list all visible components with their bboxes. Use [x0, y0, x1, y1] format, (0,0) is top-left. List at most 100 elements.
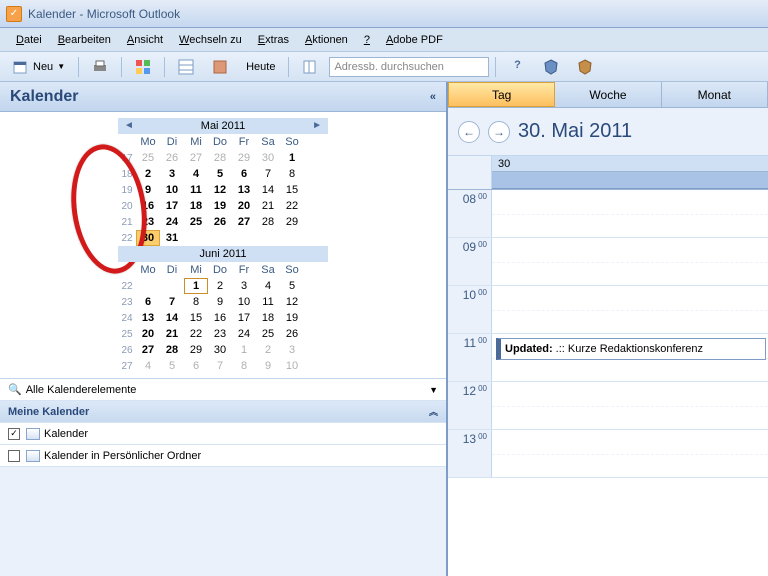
calendar-day[interactable]: 15	[280, 182, 304, 198]
help-button[interactable]: ?	[502, 56, 532, 78]
calendar-day[interactable]: 23	[136, 214, 160, 230]
prev-month-icon[interactable]: ◄	[124, 120, 134, 131]
calendar-day[interactable]: 30	[136, 230, 160, 246]
addon2-button[interactable]	[570, 56, 600, 78]
calendar-day[interactable]	[280, 230, 304, 246]
calendar-day[interactable]: 3	[280, 342, 304, 358]
calendar-day[interactable]: 24	[160, 214, 184, 230]
prev-day-button[interactable]: ←	[458, 121, 480, 143]
calendar-day[interactable]	[160, 278, 184, 294]
week-number[interactable]: 19	[118, 182, 136, 198]
menu-adobe pdf[interactable]: Adobe PDF	[378, 32, 451, 48]
calendar-day[interactable]: 23	[208, 326, 232, 342]
calendar-day[interactable]: 7	[208, 358, 232, 374]
week-number[interactable]: 27	[118, 358, 136, 374]
calendar-day[interactable]: 28	[208, 150, 232, 166]
time-slot[interactable]	[492, 286, 768, 333]
print-button[interactable]	[85, 56, 115, 78]
checkbox[interactable]: ✓	[8, 428, 20, 440]
calendar-day[interactable]: 29	[184, 342, 208, 358]
week-number[interactable]: 22	[118, 230, 136, 246]
calendar-day[interactable]: 6	[136, 294, 160, 310]
today-button[interactable]: Heute	[239, 58, 282, 76]
calendar-day[interactable]: 18	[256, 310, 280, 326]
all-calendar-items[interactable]: 🔍Alle Kalenderelemente ▼	[0, 379, 446, 401]
allday-slot[interactable]	[492, 172, 768, 189]
my-calendars-header[interactable]: Meine Kalender ︽	[0, 401, 446, 423]
calendar-day[interactable]: 20	[232, 198, 256, 214]
calendar-day[interactable]: 28	[256, 214, 280, 230]
menu-ansicht[interactable]: Ansicht	[119, 32, 171, 48]
menu-wechseln zu[interactable]: Wechseln zu	[171, 32, 250, 48]
calendar-day[interactable]: 12	[280, 294, 304, 310]
week-number[interactable]: 25	[118, 326, 136, 342]
menu-datei[interactable]: Datei	[8, 32, 50, 48]
calendar-day[interactable]: 25	[136, 150, 160, 166]
calendar-day[interactable]: 21	[256, 198, 280, 214]
calendar-day[interactable]	[208, 230, 232, 246]
day-number[interactable]: 30	[492, 156, 768, 172]
calendar-day[interactable]: 1	[232, 342, 256, 358]
calendar-day[interactable]: 26	[208, 214, 232, 230]
calendar-day[interactable]	[232, 230, 256, 246]
week-number[interactable]: 17	[118, 150, 136, 166]
week-number[interactable]: 23	[118, 294, 136, 310]
calendar-day[interactable]: 4	[184, 166, 208, 182]
calendar-day[interactable]: 2	[136, 166, 160, 182]
calendar-day[interactable]: 17	[160, 198, 184, 214]
calendar-day[interactable]: 1	[184, 278, 208, 294]
calendar-day[interactable]: 18	[184, 198, 208, 214]
calendar-day[interactable]: 7	[160, 294, 184, 310]
calendar-day[interactable]: 8	[184, 294, 208, 310]
calendar-day[interactable]: 29	[280, 214, 304, 230]
calendar-day[interactable]: 26	[160, 150, 184, 166]
calendar-day[interactable]: 29	[232, 150, 256, 166]
calendar-day[interactable]: 2	[208, 278, 232, 294]
calendar-day[interactable]: 8	[280, 166, 304, 182]
calendar-day[interactable]: 20	[136, 326, 160, 342]
calendar-day[interactable]: 14	[160, 310, 184, 326]
next-day-button[interactable]: →	[488, 121, 510, 143]
menu-extras[interactable]: Extras	[250, 32, 297, 48]
time-slot[interactable]	[492, 382, 768, 429]
calendar-day[interactable]: 9	[208, 294, 232, 310]
tool-button[interactable]	[205, 56, 235, 78]
calendar-day[interactable]: 31	[160, 230, 184, 246]
calendar-day[interactable]: 5	[208, 166, 232, 182]
calendar-day[interactable]: 3	[232, 278, 256, 294]
time-slot[interactable]	[492, 238, 768, 285]
calendar-item[interactable]: Kalender in Persönlicher Ordner	[0, 445, 446, 467]
calendar-day[interactable]: 4	[256, 278, 280, 294]
week-number[interactable]: 18	[118, 166, 136, 182]
checkbox[interactable]	[8, 450, 20, 462]
week-number[interactable]: 22	[118, 278, 136, 294]
week-number[interactable]: 26	[118, 342, 136, 358]
calendar-day[interactable]: 26	[280, 326, 304, 342]
categorize-button[interactable]	[128, 56, 158, 78]
appointment[interactable]: Updated: .:: Kurze Redaktionskonferenz	[496, 338, 766, 360]
calendar-day[interactable]: 8	[232, 358, 256, 374]
calendar-day[interactable]: 17	[232, 310, 256, 326]
calendar-day[interactable]: 13	[136, 310, 160, 326]
calendar-day[interactable]: 21	[160, 326, 184, 342]
calendar-day[interactable]: 10	[160, 182, 184, 198]
calendar-day[interactable]: 24	[232, 326, 256, 342]
week-number[interactable]: 21	[118, 214, 136, 230]
new-button[interactable]: Neu ▼	[6, 56, 72, 78]
calendar-day[interactable]: 9	[256, 358, 280, 374]
calendar-day[interactable]: 6	[232, 166, 256, 182]
calendar-day[interactable]: 16	[136, 198, 160, 214]
menu-?[interactable]: ?	[356, 32, 378, 48]
calendar-day[interactable]: 13	[232, 182, 256, 198]
calendar-day[interactable]: 27	[136, 342, 160, 358]
calendar-day[interactable]: 1	[280, 150, 304, 166]
calendar-day[interactable]	[256, 230, 280, 246]
calendar-day[interactable]: 6	[184, 358, 208, 374]
calendar-day[interactable]: 2	[256, 342, 280, 358]
calendar-day[interactable]: 10	[280, 358, 304, 374]
menu-aktionen[interactable]: Aktionen	[297, 32, 356, 48]
calendar-day[interactable]: 22	[280, 198, 304, 214]
time-slot[interactable]	[492, 430, 768, 477]
calendar-day[interactable]: 7	[256, 166, 280, 182]
menu-bearbeiten[interactable]: Bearbeiten	[50, 32, 119, 48]
